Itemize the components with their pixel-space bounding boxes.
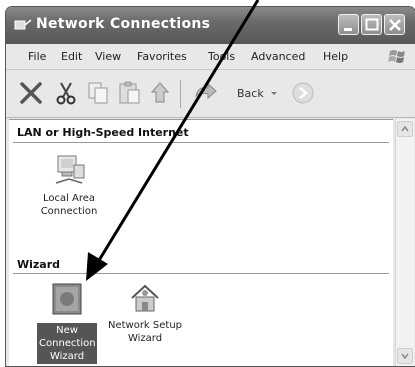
close-button[interactable] [384,14,405,35]
cut-button[interactable] [53,80,79,106]
network-computer-icon [55,155,85,184]
menu-tools[interactable]: Tools [208,50,235,63]
up-folder-button[interactable] [148,80,174,106]
chevron-up-icon [401,125,409,132]
network-setup-label-line2: Wizard [127,333,163,344]
copy-button[interactable] [85,80,111,106]
minimize-icon [344,28,352,31]
maximize-button[interactable] [361,14,382,35]
vertical-scrollbar[interactable] [395,119,414,366]
toolbar: Back [6,70,415,118]
group-header-wizard: Wizard [17,258,61,271]
close-icon [389,19,401,31]
windows-logo-icon [388,50,405,63]
new-connection-label-line3: Wizard [49,351,85,362]
local-area-connection-item[interactable]: Local Area Connection [29,153,109,218]
network-setup-wizard-item[interactable]: Network Setup Wizard [105,282,185,345]
window-title: Network Connections [36,16,211,32]
toolbar-separator [180,80,181,108]
menu-file[interactable]: File [28,50,46,63]
back-dropdown-icon[interactable] [268,80,280,106]
menu-help[interactable]: Help [323,50,348,63]
chevron-down-icon [401,353,409,360]
local-area-label-line2: Connection [40,206,98,217]
menu-view[interactable]: View [95,50,121,63]
title-bar[interactable]: Network Connections [6,7,415,44]
scroll-down-button[interactable] [397,348,413,364]
delete-button[interactable] [18,80,44,106]
network-setup-label-line1: Network Setup [107,320,183,331]
maximize-icon [365,18,379,31]
minimize-button[interactable] [338,14,359,35]
menu-advanced[interactable]: Advanced [251,50,305,63]
back-button[interactable] [190,80,234,106]
new-connection-wizard-item[interactable]: New Connection Wizard [37,282,97,364]
paste-button[interactable] [116,80,142,106]
new-connection-label-line1: New [56,325,78,336]
local-area-label-line1: Local Area [42,193,96,204]
group-header-lan: LAN or High-Speed Internet [17,126,189,139]
network-connections-icon [14,19,32,30]
menu-bar: File Edit View Favorites Tools Advanced … [6,44,415,70]
menu-favorites[interactable]: Favorites [137,50,187,63]
scroll-up-button[interactable] [397,121,413,137]
back-label[interactable]: Back [237,87,264,100]
group-divider [13,142,389,143]
connections-list: LAN or High-Speed Internet Local Area Co… [9,119,393,366]
group-divider [13,273,389,274]
forward-button[interactable] [290,80,316,106]
new-connection-wizard-icon [52,283,82,315]
menu-edit[interactable]: Edit [61,50,82,63]
network-connections-window: Network Connections File Edit View Favor… [5,6,415,367]
home-network-icon [131,284,159,312]
new-connection-label-line2: Connection [39,338,96,349]
